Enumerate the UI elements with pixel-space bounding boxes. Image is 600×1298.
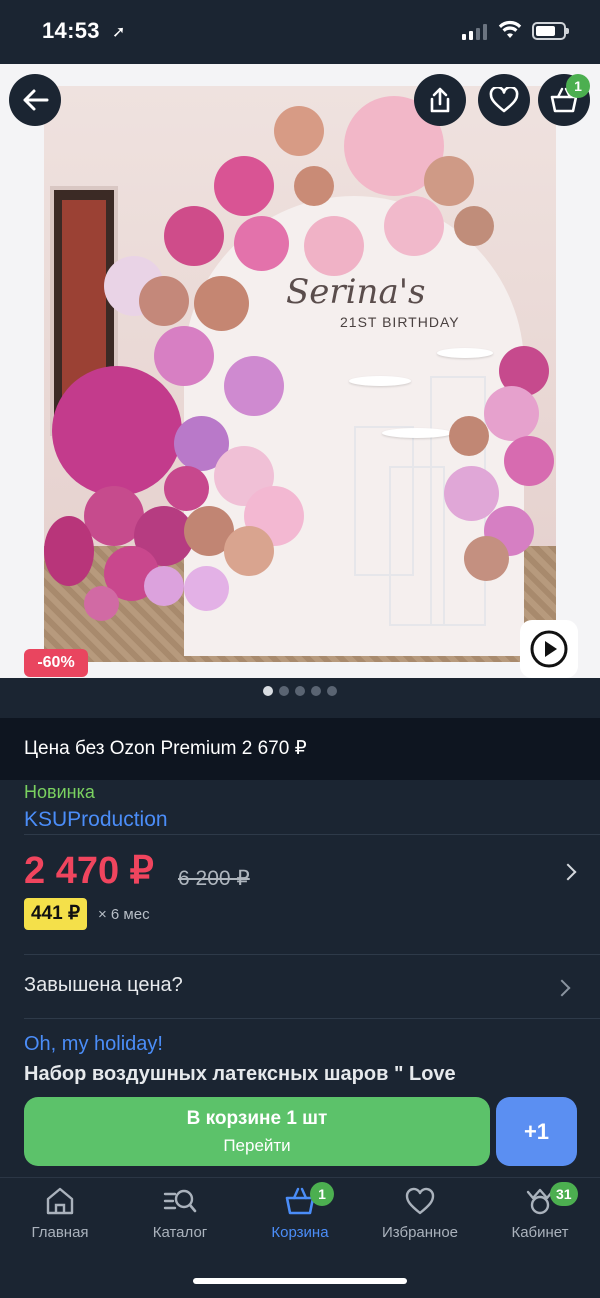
share-icon	[430, 87, 450, 113]
product-photo[interactable]: Serina's 21ST BIRTHDAY	[44, 86, 556, 662]
status-time: 14:53	[42, 18, 100, 43]
page-dot[interactable]	[263, 686, 273, 696]
favorite-button[interactable]	[478, 74, 530, 126]
tab-favorites-label: Избранное	[381, 1224, 459, 1241]
catalog-search-icon	[163, 1189, 197, 1213]
installment-term: × 6 мес	[98, 906, 150, 923]
tab-account[interactable]: 31 Кабинет	[480, 1182, 600, 1241]
home-icon	[46, 1187, 74, 1215]
cart-count-badge: 1	[566, 74, 590, 98]
in-cart-label: В корзине 1 шт	[186, 1108, 328, 1129]
chevron-right-icon[interactable]	[559, 863, 577, 881]
brand-link[interactable]: Oh, my holiday!	[24, 1033, 163, 1056]
play-video-button[interactable]	[520, 620, 578, 678]
tab-home-label: Главная	[31, 1224, 89, 1241]
action-bar: В корзине 1 шт Перейти +1	[0, 1087, 600, 1177]
status-bar: 14:53 ➚	[0, 0, 600, 64]
tab-cart-label: Корзина	[271, 1224, 329, 1241]
cellular-signal-icon	[462, 24, 487, 40]
current-price: 2 470 ₽	[24, 850, 154, 892]
seller-link[interactable]: KSUProduction	[24, 808, 168, 832]
arrow-left-icon	[23, 89, 49, 111]
location-arrow-icon: ➚	[112, 24, 126, 41]
photo-sign-name: Serina's	[286, 272, 426, 312]
tab-account-label: Кабинет	[511, 1224, 569, 1241]
tab-favorites[interactable]: Избранное	[360, 1186, 480, 1241]
back-button[interactable]	[9, 74, 61, 126]
tab-catalog[interactable]: Каталог	[120, 1186, 240, 1241]
tab-home[interactable]: Главная	[0, 1186, 120, 1241]
premium-price-banner[interactable]: Цена без Ozon Premium 2 670 ₽	[0, 718, 600, 780]
photo-sign-event: 21ST BIRTHDAY	[340, 314, 460, 330]
play-icon	[530, 630, 568, 668]
report-price-link[interactable]: Завышена цена?	[24, 974, 183, 997]
product-info: Новинка KSUProduction 2 470 ₽ 6 200 ₽ 44…	[0, 780, 600, 1098]
wifi-icon	[498, 20, 522, 38]
home-indicator[interactable]	[193, 1278, 407, 1284]
add-one-button[interactable]: +1	[496, 1097, 577, 1166]
page-dot[interactable]	[295, 686, 305, 696]
go-to-cart-button[interactable]: В корзине 1 шт Перейти	[24, 1097, 490, 1166]
battery-icon	[532, 22, 569, 40]
page-dot[interactable]	[311, 686, 321, 696]
product-gallery[interactable]: Serina's 21ST BIRTHDAY 1 -60%	[0, 64, 600, 678]
new-badge: Новинка	[24, 782, 95, 802]
page-dot[interactable]	[327, 686, 337, 696]
go-label: Перейти	[223, 1136, 291, 1155]
tab-account-badge: 31	[550, 1182, 578, 1206]
tab-cart[interactable]: 1 Корзина	[240, 1182, 360, 1241]
discount-badge: -60%	[24, 649, 88, 677]
tab-cart-badge: 1	[310, 1182, 334, 1206]
heart-icon	[405, 1187, 435, 1215]
share-button[interactable]	[414, 74, 466, 126]
page-dot[interactable]	[279, 686, 289, 696]
old-price: 6 200 ₽	[178, 867, 250, 890]
chevron-right-icon[interactable]	[553, 979, 571, 997]
product-title: Набор воздушных латексных шаров " Love	[24, 1063, 456, 1085]
tab-catalog-label: Каталог	[152, 1224, 208, 1241]
gallery-pagination[interactable]	[0, 686, 600, 696]
installment-price-badge[interactable]: 441 ₽	[24, 898, 88, 930]
heart-icon	[489, 87, 519, 113]
